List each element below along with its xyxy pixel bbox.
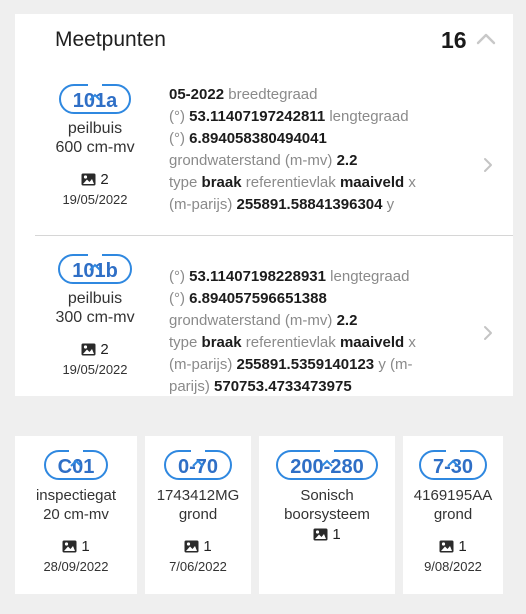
photo-count: 1	[403, 538, 503, 555]
image-icon	[184, 540, 199, 553]
caret-icon	[68, 446, 83, 467]
chevron-right-icon[interactable]	[482, 156, 494, 174]
panel-count: 16	[441, 27, 467, 53]
image-icon	[81, 173, 96, 186]
card-line2: grond	[433, 506, 473, 523]
image-icon	[81, 343, 96, 356]
code-badge: 200-280	[276, 446, 378, 480]
depth-label: 300 cm-mv	[55, 309, 135, 326]
photo-count: 1	[15, 538, 137, 555]
code-badge: 0-70	[163, 446, 233, 480]
card-line2: 20 cm-mv	[43, 506, 109, 523]
meetpunt-card[interactable]: 7-30 4169195AA grond 1 9/08/2022	[403, 436, 503, 594]
card-line1: 4169195AA	[413, 487, 493, 504]
photo-count: 1	[259, 526, 395, 543]
meetpunt-card[interactable]: 200-280 Sonisch boorsysteem 1	[259, 436, 395, 594]
photo-count-value: 1	[458, 538, 467, 555]
card-line1: Sonisch	[300, 487, 354, 504]
card-line1: inspectiegat	[35, 487, 117, 504]
caret-icon	[320, 446, 334, 467]
photo-count: 1	[145, 538, 251, 555]
meetpunt-summary: 101b peilbuis 300 cm-mv 2 19/05/2022	[35, 250, 155, 377]
image-icon	[62, 540, 77, 553]
code-badge: C01	[43, 446, 109, 480]
type-label: peilbuis	[67, 290, 123, 307]
panel-title: Meetpunten	[55, 28, 166, 51]
caret-icon	[191, 446, 205, 467]
photo-count-value: 2	[100, 171, 109, 188]
photo-count-value: 1	[332, 526, 341, 543]
photo-count-value: 1	[81, 538, 90, 555]
card-line1: 1743412MG	[156, 487, 240, 504]
photo-count: 2	[35, 341, 155, 358]
caret-icon	[88, 250, 102, 271]
meetpunt-details: (°) 53.11407198228931 lengtegraad (°) 6.…	[169, 268, 416, 395]
meetpunt-summary: 101a peilbuis 600 cm-mv 2 19/05/2022	[35, 80, 155, 207]
list-item[interactable]: 101a peilbuis 600 cm-mv 2 19/05/2022 05-…	[15, 76, 513, 234]
meetpunt-details: 05-2022 breedtegraad (°) 53.114071972428…	[169, 86, 416, 213]
depth-label: 600 cm-mv	[55, 139, 135, 156]
panel-header[interactable]: Meetpunten 16	[15, 14, 513, 66]
meetpunt-card[interactable]: 0-70 1743412MG grond 1 7/06/2022	[145, 436, 251, 594]
date-label: 19/05/2022	[62, 362, 128, 377]
chevron-right-icon[interactable]	[482, 324, 494, 342]
image-icon	[439, 540, 454, 553]
date-label: 28/09/2022	[43, 559, 109, 574]
chevron-up-icon[interactable]	[475, 30, 497, 48]
photo-count-value: 2	[100, 341, 109, 358]
divider	[35, 235, 513, 236]
date-label: 7/06/2022	[169, 559, 227, 574]
photo-count: 2	[35, 171, 155, 188]
code-badge: 101a	[58, 80, 132, 114]
date-label: 9/08/2022	[424, 559, 482, 574]
card-line2: boorsysteem	[284, 506, 370, 523]
list-item[interactable]: 101b peilbuis 300 cm-mv 2 19/05/2022 (°)…	[15, 244, 513, 396]
meetpunt-card[interactable]: C01 inspectiegat 20 cm-mv 1 28/09/2022	[15, 436, 137, 594]
code-badge: 101b	[58, 250, 132, 284]
date-label: 19/05/2022	[62, 192, 128, 207]
photo-count-value: 1	[203, 538, 212, 555]
caret-icon	[88, 80, 102, 101]
caret-icon	[446, 446, 460, 467]
code-badge: 7-30	[418, 446, 488, 480]
type-label: peilbuis	[67, 120, 123, 137]
image-icon	[313, 528, 328, 541]
card-line2: grond	[178, 506, 218, 523]
meetpunten-panel: Meetpunten 16 101a peilbuis 600 cm-mv 2	[15, 14, 513, 396]
